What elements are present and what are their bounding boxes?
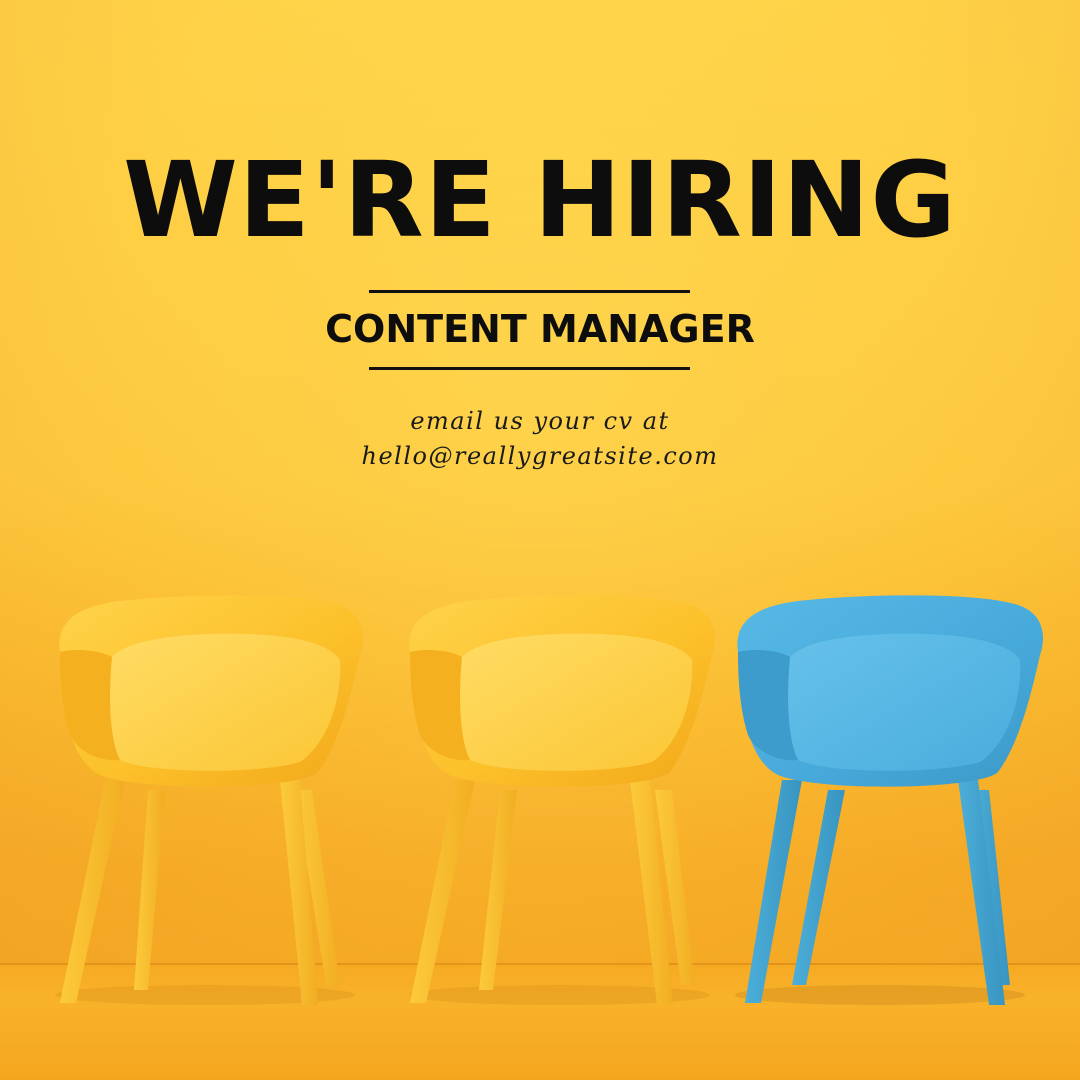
chair-2 — [409, 595, 716, 1005]
chairs-illustration — [55, 595, 1044, 1005]
hiring-poster: WE'RE HIRING CONTENT MANAGER email us yo… — [0, 0, 1080, 1080]
chair-1 — [55, 595, 364, 1005]
chair-3 — [735, 595, 1044, 1005]
